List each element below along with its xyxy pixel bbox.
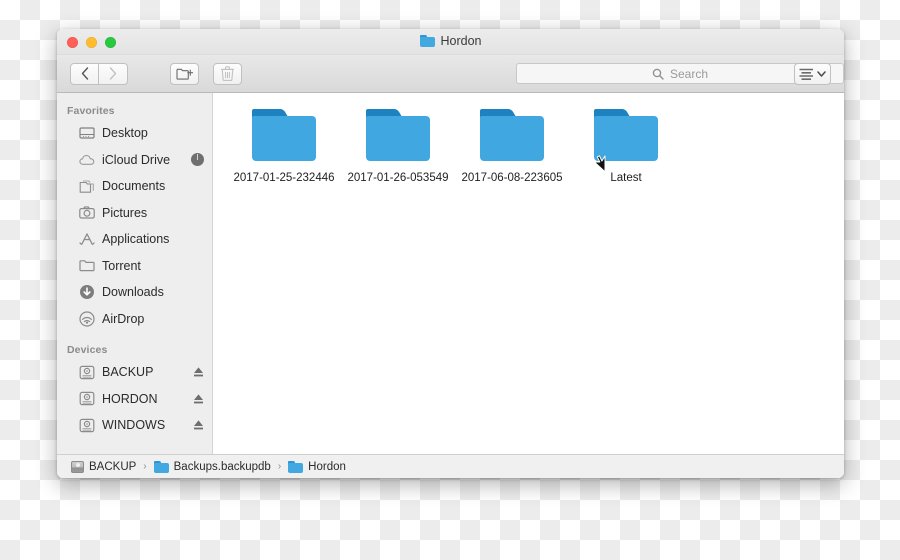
sidebar-item-documents[interactable]: Documents (57, 173, 212, 200)
sidebar-item-label: Documents (102, 179, 165, 193)
sidebar: Favorites Desktop (57, 93, 213, 454)
sidebar-item-label: HORDON (102, 392, 158, 406)
breadcrumb-separator: › (143, 461, 146, 472)
sidebar-item-label: iCloud Drive (102, 153, 170, 167)
breadcrumb-label: Backups.backupdb (174, 461, 271, 473)
cloud-icon (79, 152, 95, 168)
folder-icon (288, 461, 303, 473)
camera-icon (79, 205, 95, 221)
sidebar-item-label: Desktop (102, 126, 148, 140)
file-name: 2017-01-26-053549 (346, 170, 451, 187)
sidebar-item-icloud-drive[interactable]: iCloud Drive (57, 147, 212, 174)
breadcrumb-item-backups-backupdb[interactable]: Backups.backupdb (154, 461, 271, 473)
file-item[interactable]: Latest (569, 109, 683, 187)
sidebar-item-label: Torrent (102, 259, 141, 273)
eject-icon (193, 366, 204, 378)
file-item[interactable]: 2017-06-08-223605 (455, 109, 569, 187)
hard-drive-icon (79, 391, 95, 407)
file-name: 2017-06-08-223605 (460, 170, 565, 187)
title-bar: Hordon (57, 29, 844, 55)
eject-icon (193, 393, 204, 405)
sidebar-item-torrent[interactable]: Torrent (57, 253, 212, 280)
folder-icon (420, 35, 435, 47)
folder-icon (79, 258, 95, 274)
sidebar-section-header-devices: Devices (57, 332, 212, 359)
arrange-view-button[interactable] (794, 63, 831, 85)
desktop-icon (79, 125, 95, 141)
navigation-buttons (70, 63, 128, 85)
folder-icon (594, 109, 658, 161)
breadcrumb-item-hordon[interactable]: Hordon (288, 461, 346, 473)
search-placeholder: Search (670, 67, 708, 81)
toolbar: Search (57, 55, 844, 93)
chevron-left-icon (81, 67, 89, 80)
sidebar-item-label: BACKUP (102, 365, 153, 379)
folder-icon (480, 109, 544, 161)
airdrop-icon (79, 311, 95, 327)
path-breadcrumb-bar: BACKUP › Backups.backupdb › Hordon (57, 454, 844, 478)
finder-window: Hordon (57, 29, 844, 478)
folder-icon (154, 461, 169, 473)
breadcrumb-label: Hordon (308, 461, 346, 473)
sidebar-item-label: WINDOWS (102, 418, 165, 432)
breadcrumb-item-backup[interactable]: BACKUP (71, 461, 136, 473)
icon-grid: 2017-01-25-232446 2017-01-26-053549 2017… (213, 109, 844, 187)
file-name: 2017-01-25-232446 (232, 170, 337, 187)
trash-icon (221, 66, 234, 81)
sidebar-item-label: Pictures (102, 206, 147, 220)
sync-progress-icon (191, 153, 204, 166)
window-title-text: Hordon (441, 34, 482, 48)
back-button[interactable] (70, 63, 99, 85)
breadcrumb-label: BACKUP (89, 461, 136, 473)
sidebar-item-downloads[interactable]: Downloads (57, 279, 212, 306)
window-body: Favorites Desktop (57, 93, 844, 454)
file-name: Latest (574, 170, 679, 187)
eject-button[interactable] (193, 393, 204, 405)
chevron-down-icon (817, 71, 826, 77)
documents-icon (79, 178, 95, 194)
eject-button[interactable] (193, 419, 204, 431)
sidebar-item-label: AirDrop (102, 312, 144, 326)
file-item[interactable]: 2017-01-26-053549 (341, 109, 455, 187)
forward-button[interactable] (99, 63, 128, 85)
breadcrumb-separator: › (278, 461, 281, 472)
downloads-icon (79, 284, 95, 300)
sidebar-section-header-tags: Tags (57, 439, 212, 455)
folder-icon (252, 109, 316, 161)
sidebar-item-hordon[interactable]: HORDON (57, 386, 212, 413)
folder-icon (366, 109, 430, 161)
hard-drive-icon (79, 417, 95, 433)
eject-icon (193, 419, 204, 431)
chevron-right-icon (109, 67, 117, 80)
search-icon (652, 68, 664, 80)
icloud-sync-progress-indicator (191, 153, 204, 166)
hard-drive-icon (79, 364, 95, 380)
hard-drive-icon (71, 461, 84, 473)
sidebar-item-pictures[interactable]: Pictures (57, 200, 212, 227)
file-item[interactable]: 2017-01-25-232446 (227, 109, 341, 187)
list-view-icon (799, 68, 814, 80)
applications-icon (79, 231, 95, 247)
eject-button[interactable] (193, 366, 204, 378)
sidebar-item-desktop[interactable]: Desktop (57, 120, 212, 147)
window-title: Hordon (57, 34, 844, 48)
sidebar-item-label: Downloads (102, 285, 164, 299)
file-browser-content[interactable]: 2017-01-25-232446 2017-01-26-053549 2017… (213, 93, 844, 454)
delete-button[interactable] (213, 63, 242, 85)
sidebar-section-header-favorites: Favorites (57, 101, 212, 120)
new-folder-icon (176, 67, 193, 81)
sidebar-item-applications[interactable]: Applications (57, 226, 212, 253)
sidebar-item-label: Applications (102, 232, 169, 246)
sidebar-item-airdrop[interactable]: AirDrop (57, 306, 212, 333)
sidebar-item-windows[interactable]: WINDOWS (57, 412, 212, 439)
new-folder-button[interactable] (170, 63, 199, 85)
sidebar-item-backup[interactable]: BACKUP (57, 359, 212, 386)
